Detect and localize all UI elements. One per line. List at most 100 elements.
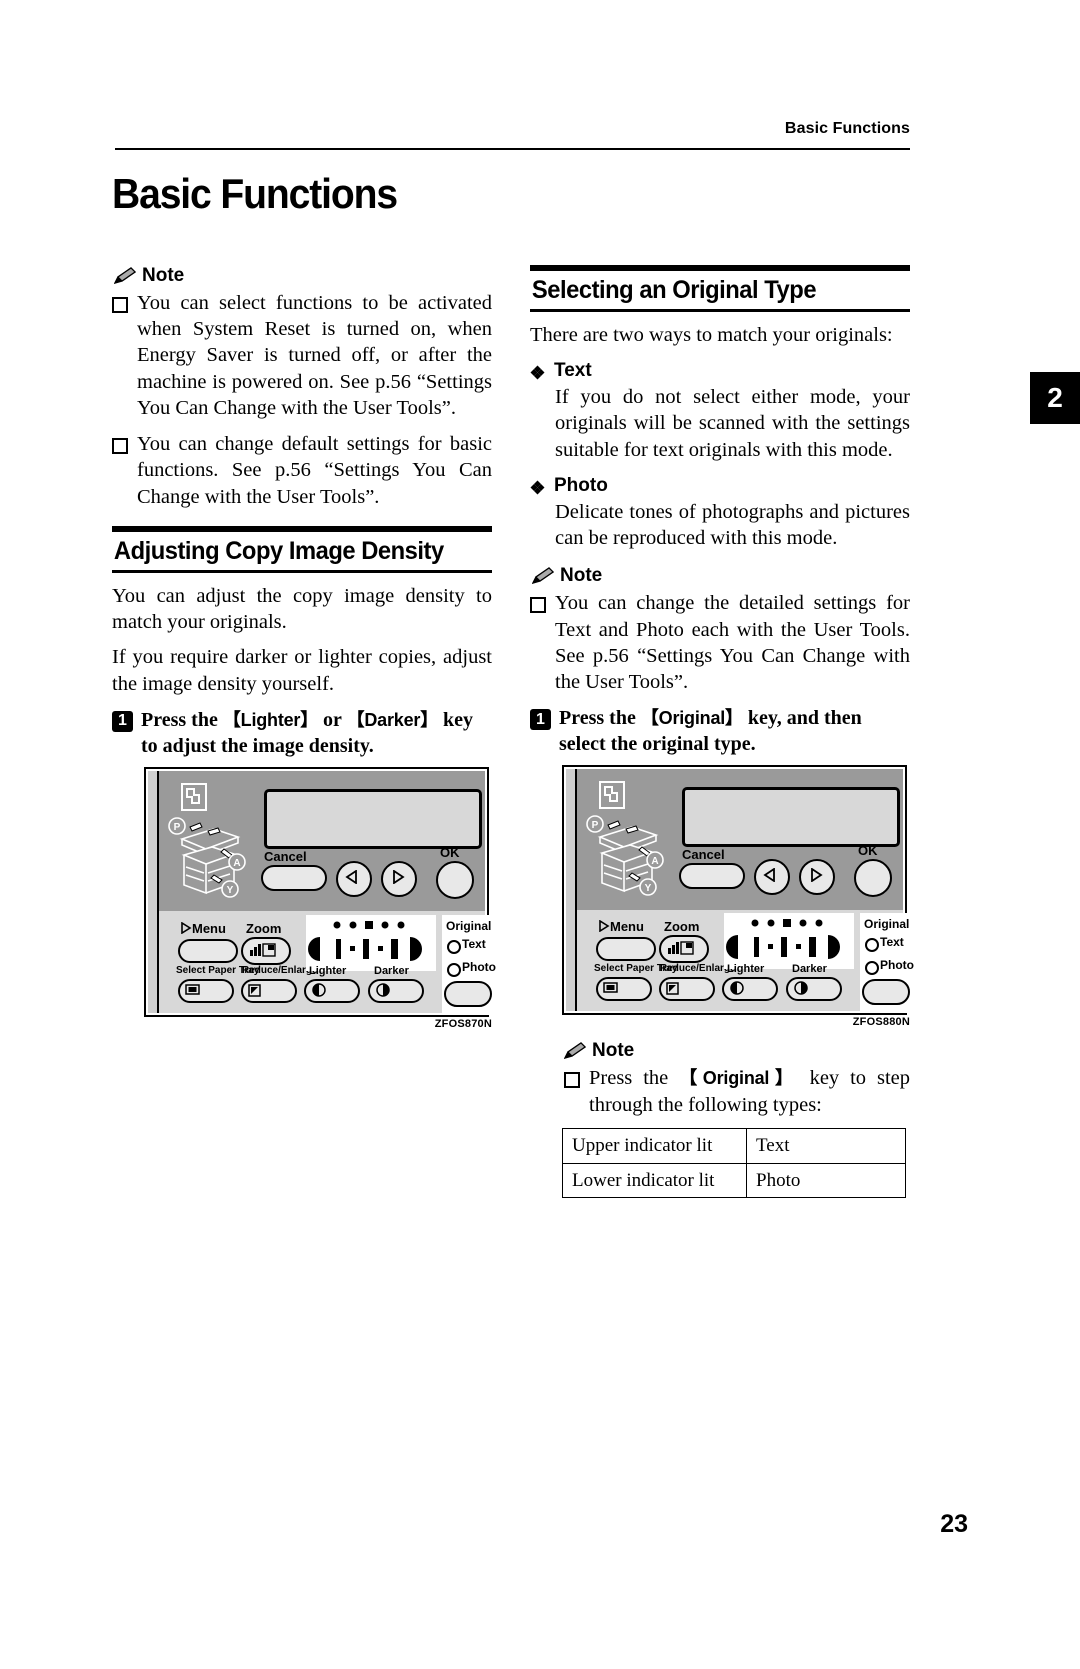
select-paper-tray-button[interactable] (596, 977, 652, 1002)
section-heading-density: Adjusting Copy Image Density (112, 525, 492, 573)
note-item-text: You can select functions to be activated… (137, 292, 492, 419)
figure-caption: ZFOS880N (852, 1016, 910, 1029)
section-heading-original-type: Selecting an Original Type (530, 265, 910, 312)
page-title: Basic Functions (112, 170, 398, 217)
note-item-text: You can change default settings for basi… (137, 433, 492, 508)
lighter-button[interactable] (722, 977, 778, 1002)
note-item-text: You can change the detailed settings for… (555, 592, 910, 694)
checkbox-bullet-icon (112, 297, 128, 313)
reduce-enlarge-button[interactable] (241, 978, 297, 1003)
chapter-tab: 2 (1030, 372, 1080, 424)
key-darker: 【Darker】 (346, 709, 439, 730)
select-paper-tray-button[interactable] (178, 978, 234, 1003)
panel-left-edge (148, 770, 159, 1013)
density-indicator-display (306, 914, 436, 971)
note-heading: Note (564, 1040, 910, 1062)
note-heading: Note (532, 565, 910, 587)
misfeed-indicator-icon (181, 782, 207, 811)
paragraph-intro: There are two ways to match your origina… (530, 324, 893, 346)
text-label: Text (462, 936, 486, 951)
darker-label: Darker (374, 964, 409, 977)
table-row: Upper indicator lit Text (562, 1127, 906, 1164)
original-label: Original (446, 918, 492, 933)
menu-label: Menu (180, 921, 226, 936)
panel-left-edge (566, 769, 577, 1012)
zoom-button[interactable] (241, 936, 291, 965)
key-lighter: 【Lighter】 (222, 709, 319, 730)
bullet-heading-photo: Photo (530, 475, 910, 497)
step-item: 1 Press the 【Original】 key, and then sel… (530, 705, 910, 757)
note-label: Note (142, 265, 185, 286)
bullet-title: Text (554, 360, 592, 382)
lighter-button[interactable] (304, 978, 360, 1003)
section-heading-text: Selecting an Original Type (531, 276, 817, 304)
checkbox-bullet-icon (564, 1072, 580, 1089)
cancel-button[interactable] (679, 863, 745, 890)
density-indicator-display (724, 913, 854, 970)
svg-text:Y: Y (227, 885, 234, 896)
copier-diagram-icon: P A Y (586, 811, 664, 897)
ok-button[interactable] (436, 860, 474, 899)
cancel-button[interactable] (261, 864, 327, 891)
page-number: 23 (940, 1510, 968, 1538)
text-indicator-icon (447, 939, 461, 954)
svg-text:P: P (174, 822, 181, 833)
original-button[interactable] (862, 979, 910, 1006)
key-original: 【Original】 (679, 1068, 799, 1089)
note-item-text: Press the 【Original】 key to step through… (589, 1065, 910, 1117)
note-item: You can change default settings for basi… (112, 431, 492, 510)
key-original: 【Original】 (640, 708, 743, 729)
right-arrow-button[interactable] (381, 860, 417, 897)
darker-button[interactable] (368, 978, 424, 1003)
cancel-label: Cancel (264, 848, 307, 864)
table-cell-indicator: Upper indicator lit (562, 1127, 747, 1164)
diamond-bullet-icon (530, 479, 545, 495)
left-arrow-button[interactable] (336, 860, 372, 897)
note-item: You can select functions to be activated… (112, 290, 492, 421)
step-item: 1 Press the 【Lighter】 or 【Darker】 key to… (112, 707, 492, 759)
pencil-icon (564, 1042, 586, 1060)
original-label: Original (864, 917, 910, 932)
note-item: Press the 【Original】 key to step through… (564, 1065, 910, 1117)
copier-diagram-icon: P A Y (168, 813, 246, 898)
lighter-label: Lighter (309, 964, 347, 977)
running-header: Basic Functions (784, 120, 910, 137)
svg-text:P: P (592, 820, 599, 831)
menu-button[interactable] (596, 937, 656, 962)
menu-label: Menu (598, 919, 644, 934)
table-cell-type: Photo (746, 1162, 906, 1199)
figure-control-panel-original: P A Y Cancel OK Menu Select Paper Tray Z… (562, 765, 914, 1029)
zoom-label: Zoom (664, 919, 700, 935)
paragraph: You can adjust the copy image density to… (112, 584, 492, 634)
reduce-enlarge-button[interactable] (659, 977, 715, 1002)
step-text: Press the 【Original】 key, and then selec… (559, 705, 910, 757)
svg-text:Y: Y (645, 883, 652, 894)
original-button[interactable] (444, 980, 492, 1007)
lighter-label: Lighter (727, 963, 765, 976)
photo-indicator-icon (447, 962, 461, 977)
figure-caption: ZFOS870N (434, 1017, 492, 1030)
misfeed-indicator-icon (599, 781, 625, 810)
header-rule (115, 148, 910, 150)
bullet-heading-text: Text (530, 360, 910, 382)
darker-button[interactable] (786, 977, 842, 1002)
note-item: You can change the detailed settings for… (530, 590, 910, 695)
note-heading: Note (114, 265, 492, 287)
menu-label-text: Menu (610, 919, 644, 935)
note-label: Note (560, 565, 603, 587)
menu-button[interactable] (178, 938, 238, 963)
zoom-button[interactable] (659, 935, 709, 964)
zoom-label: Zoom (246, 920, 282, 936)
control-panel-illustration: P A Y Cancel OK Menu Select Paper Tray Z… (144, 766, 496, 1017)
original-types-table: Upper indicator lit Text Lower indicator… (562, 1127, 906, 1199)
step-text: Press the 【Lighter】 or 【Darker】 key to a… (141, 707, 492, 759)
pencil-icon (114, 267, 136, 285)
step-text-before: Press the (559, 707, 641, 730)
lcd-display (682, 787, 900, 848)
right-column: Selecting an Original Type There are two… (530, 265, 914, 1199)
ok-label: OK (440, 844, 460, 860)
bullet-title: Photo (554, 474, 608, 496)
heading-rule-bottom (112, 569, 492, 573)
section-heading-text: Adjusting Copy Image Density (113, 536, 444, 565)
paragraph: If you require darker or lighter copies,… (112, 646, 492, 695)
